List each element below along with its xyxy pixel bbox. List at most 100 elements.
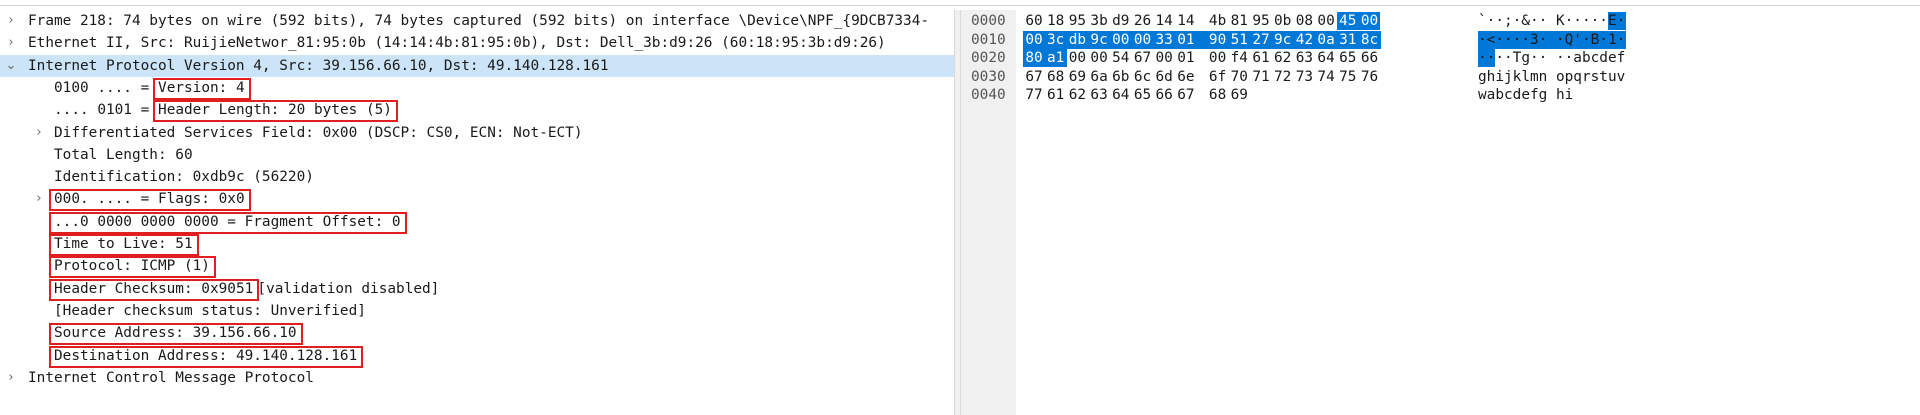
hex-byte[interactable]: 00 (1154, 49, 1174, 67)
hex-byte[interactable]: 61 (1046, 86, 1066, 104)
hex-byte[interactable]: a1 (1046, 49, 1066, 67)
hex-byte[interactable]: 69 (1067, 68, 1087, 86)
tree-row[interactable]: › Internet Control Message Protocol (0, 367, 954, 389)
bytes-row[interactable]: 0030 67 68 69 6a 6b 6c 6d 6e 6f 70 71 72 73 74 75 76 ghij… (961, 68, 1920, 86)
hex-byte[interactable]: 14 (1154, 12, 1174, 30)
tree-row[interactable]: Identification: 0xdb9c (56220) (0, 166, 954, 188)
tree-row[interactable]: › Frame 218: 74 bytes on wire (592 bits),… (0, 10, 954, 32)
hex-byte[interactable]: 80 (1024, 49, 1044, 67)
packet-details-pane[interactable]: › Frame 218: 74 bytes on wire (592 bits),… (0, 10, 954, 415)
hex-byte[interactable]: 6a (1089, 68, 1109, 86)
hex-byte[interactable]: 00 (1316, 12, 1336, 30)
hex-byte[interactable]: 08 (1294, 12, 1314, 30)
tree-row[interactable]: › Differentiated Services Field: 0x00 (DS… (0, 122, 954, 144)
hex-byte[interactable]: 6b (1111, 68, 1131, 86)
hex-byte[interactable]: 00 (1024, 31, 1044, 49)
hex-byte[interactable]: 74 (1316, 68, 1336, 86)
hex-byte[interactable]: 64 (1111, 86, 1131, 104)
hex-byte[interactable]: 01 (1176, 49, 1196, 67)
chevron-down-icon[interactable]: ⌄ (4, 55, 18, 77)
bytes-row[interactable]: 0010 00 3c db 9c 00 00 33 01 90 51 27 9c 42 0a 31 8c ·<··… (961, 30, 1920, 49)
hex-byte[interactable]: 65 (1338, 49, 1358, 67)
ascii-text[interactable]: `··;·&·· K·····E· (1478, 12, 1625, 30)
hex-byte[interactable]: 90 (1208, 31, 1228, 49)
bytes-row[interactable]: 0020 80 a1 00 00 54 67 00 01 00 f4 61 62 63 64 65 66 ····… (961, 49, 1920, 68)
hex-byte[interactable]: 75 (1338, 68, 1358, 86)
hex-byte[interactable]: 4b (1208, 12, 1228, 30)
tree-row[interactable]: .... 0101 = Header Length: 20 bytes (5) (0, 99, 954, 123)
hex-byte[interactable]: 42 (1294, 31, 1314, 49)
hex-byte[interactable]: db (1067, 31, 1087, 49)
tree-row[interactable]: › Ethernet II, Src: RuijieNetwor_81:95:0b… (0, 32, 954, 54)
tree-row[interactable]: Destination Address: 49.140.128.161 (0, 345, 954, 368)
hex-byte[interactable]: 60 (1024, 12, 1044, 30)
hex-byte[interactable]: 9c (1273, 31, 1293, 49)
hex-byte[interactable]: 66 (1360, 49, 1380, 67)
tree-row[interactable]: [Header checksum status: Unverified] (0, 300, 954, 322)
hex-byte[interactable]: 6f (1208, 68, 1228, 86)
hex-byte[interactable]: 73 (1294, 68, 1314, 86)
hex-byte[interactable]: 00 (1133, 31, 1153, 49)
chevron-right-icon[interactable]: › (4, 32, 18, 54)
hex-byte[interactable]: 62 (1273, 49, 1293, 67)
ascii-text[interactable]: ·<····3· ·Q'·B·1· (1478, 31, 1625, 49)
hex-byte[interactable]: 9c (1089, 31, 1109, 49)
hex-byte[interactable]: 6e (1176, 68, 1196, 86)
hex-byte[interactable]: 68 (1046, 68, 1066, 86)
hex-byte[interactable]: 66 (1154, 86, 1174, 104)
hex-byte[interactable]: 51 (1229, 31, 1249, 49)
hex-byte[interactable]: 62 (1067, 86, 1087, 104)
hex-byte[interactable]: 27 (1251, 31, 1271, 49)
hex-byte[interactable]: 61 (1251, 49, 1271, 67)
tree-row[interactable]: Time to Live: 51 (0, 233, 954, 256)
hex-byte[interactable]: 71 (1251, 68, 1271, 86)
packet-bytes-pane[interactable]: 0000 60 18 95 3b d9 26 14 14 4b 81 95 0b 08 00 45 00 `··;… (961, 10, 1920, 415)
hex-byte[interactable]: 67 (1176, 86, 1196, 104)
hex-byte[interactable]: 77 (1024, 86, 1044, 104)
hex-byte[interactable]: 95 (1251, 12, 1271, 30)
ascii-text[interactable]: wabcdefg hi (1478, 86, 1573, 104)
hex-byte[interactable]: 72 (1273, 68, 1293, 86)
chevron-right-icon[interactable]: › (4, 10, 18, 32)
hex-byte[interactable]: 33 (1154, 31, 1174, 49)
hex-byte[interactable]: 8c (1360, 31, 1380, 49)
chevron-right-icon[interactable]: › (4, 367, 18, 389)
hex-byte[interactable]: 68 (1208, 86, 1228, 104)
hex-byte[interactable]: 76 (1360, 68, 1380, 86)
hex-byte[interactable]: 00 (1208, 49, 1228, 67)
hex-byte[interactable]: 65 (1133, 86, 1153, 104)
hex-byte[interactable]: 01 (1176, 31, 1196, 49)
hex-byte[interactable]: 3b (1089, 12, 1109, 30)
hex-byte[interactable]: 3c (1046, 31, 1066, 49)
hex-byte[interactable]: 67 (1024, 68, 1044, 86)
tree-row[interactable]: ⌄ Internet Protocol Version 4, Src: 39.15… (0, 54, 954, 77)
hex-byte[interactable]: 00 (1360, 12, 1380, 30)
hex-byte[interactable]: 69 (1229, 86, 1249, 104)
hex-byte[interactable]: 64 (1316, 49, 1336, 67)
pane-splitter[interactable] (954, 10, 961, 415)
bytes-row[interactable]: 0040 77 61 62 63 64 65 66 67 68 69 wabcdefg hi (961, 86, 1920, 104)
hex-byte[interactable]: 81 (1229, 12, 1249, 30)
tree-row[interactable]: Total Length: 60 (0, 144, 954, 166)
ascii-text[interactable]: ····Tg·· ··abcdef (1478, 49, 1625, 67)
hex-byte[interactable]: 6c (1133, 68, 1153, 86)
tree-row[interactable]: 0100 .... = Version: 4 (0, 77, 954, 100)
bytes-row[interactable]: 0000 60 18 95 3b d9 26 14 14 4b 81 95 0b 08 00 45 00 `··;… (961, 12, 1920, 30)
hex-byte[interactable]: 26 (1133, 12, 1153, 30)
hex-byte[interactable]: 70 (1229, 68, 1249, 86)
hex-byte[interactable]: 45 (1338, 12, 1358, 30)
tree-row[interactable]: ...0 0000 0000 0000 = Fragment Offset: 0 (0, 211, 954, 234)
tree-row[interactable]: Source Address: 39.156.66.10 (0, 322, 954, 346)
hex-byte[interactable]: 6d (1154, 68, 1174, 86)
hex-byte[interactable]: 18 (1046, 12, 1066, 30)
hex-byte[interactable]: 95 (1067, 12, 1087, 30)
chevron-right-icon[interactable]: › (32, 188, 46, 210)
hex-byte[interactable]: 00 (1089, 49, 1109, 67)
chevron-right-icon[interactable]: › (32, 122, 46, 144)
hex-byte[interactable]: 00 (1067, 49, 1087, 67)
hex-byte[interactable]: 63 (1294, 49, 1314, 67)
hex-byte[interactable]: f4 (1229, 49, 1249, 67)
hex-byte[interactable]: 54 (1111, 49, 1131, 67)
ascii-text[interactable]: ghijklmn opqrstuv (1478, 68, 1625, 86)
hex-byte[interactable]: d9 (1111, 12, 1131, 30)
